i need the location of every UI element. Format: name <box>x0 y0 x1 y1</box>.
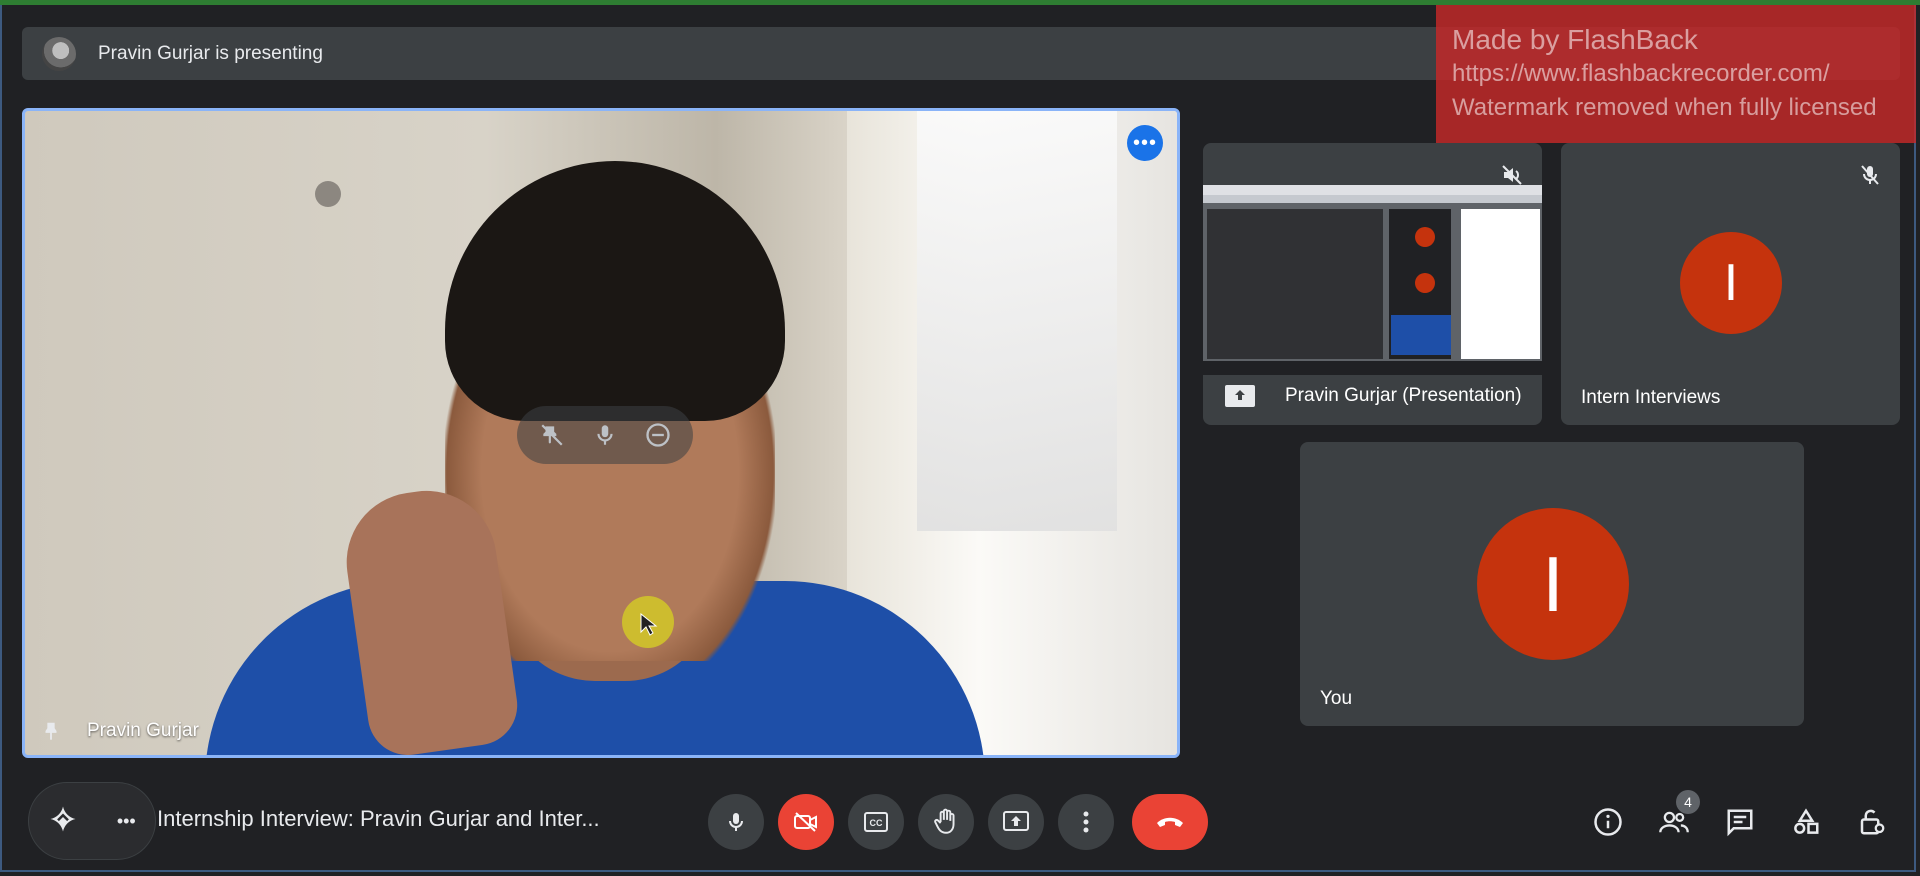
participant-tile-you[interactable]: I You <box>1300 442 1804 726</box>
unpin-icon[interactable] <box>537 420 567 450</box>
more-horizontal-icon[interactable]: ••• <box>117 811 136 832</box>
chat-button[interactable] <box>1714 794 1766 850</box>
mouse-cursor-icon <box>640 613 658 636</box>
present-icon <box>1003 811 1029 831</box>
pinned-video-tile[interactable]: ••• Pravin Gurjar <box>22 108 1180 758</box>
more-options-button[interactable] <box>1058 794 1114 850</box>
camera-button[interactable] <box>778 794 834 850</box>
pinned-tile-label: Pravin Gurjar <box>35 715 199 747</box>
participant-tile-intern-interviews[interactable]: I Intern Interviews <box>1561 143 1900 425</box>
mic-icon[interactable] <box>590 420 620 450</box>
people-button[interactable]: 4 <box>1648 790 1700 850</box>
more-options-icon <box>1083 811 1089 833</box>
participant-name: Pravin Gurjar <box>87 720 199 741</box>
meeting-title: Internship Interview: Pravin Gurjar and … <box>157 806 600 831</box>
more-horizontal-icon[interactable]: ••• <box>1127 125 1163 161</box>
host-controls-button[interactable] <box>1846 794 1898 850</box>
raise-hand-icon <box>934 808 955 834</box>
call-controls: CC <box>708 794 1208 850</box>
participant-name: Intern Interviews <box>1581 387 1721 408</box>
raise-hand-button[interactable] <box>918 794 974 850</box>
leave-call-button[interactable] <box>1132 794 1208 850</box>
activities-icon <box>1794 808 1819 834</box>
presentation-tile-label: Pravin Gurjar (Presentation) <box>1223 383 1522 409</box>
camera-off-icon <box>794 812 817 832</box>
leave-call-icon <box>1157 817 1183 827</box>
video-window-light <box>917 111 1117 531</box>
presenter-avatar <box>42 36 76 71</box>
video-person-hair <box>445 161 785 421</box>
presentation-preview <box>1203 185 1542 375</box>
mic-button[interactable] <box>708 794 764 850</box>
activities-button[interactable] <box>1780 794 1832 850</box>
meeting-control-bar: ••• Internship Interview: Pravin Gurjar … <box>0 770 1920 870</box>
pin-icon <box>35 715 67 747</box>
avatar: I <box>1680 232 1782 334</box>
remove-icon[interactable] <box>643 420 673 450</box>
chat-icon <box>1727 809 1753 837</box>
host-controls-icon <box>1860 809 1885 835</box>
mic-off-icon <box>1856 161 1884 189</box>
meeting-details-button[interactable] <box>1582 794 1634 850</box>
presentation-name: Pravin Gurjar (Presentation) <box>1285 385 1522 406</box>
captions-button[interactable]: CC <box>848 794 904 850</box>
captions-icon: CC <box>864 812 888 832</box>
presentation-tile[interactable]: Pravin Gurjar (Presentation) <box>1203 143 1542 425</box>
present-button[interactable] <box>988 794 1044 850</box>
meeting-side-controls: 4 <box>1582 790 1898 850</box>
video-wall-fixture <box>315 181 341 207</box>
svg-text:CC: CC <box>870 818 883 828</box>
presenting-text: Pravin Gurjar is presenting <box>98 42 323 64</box>
volume-off-icon <box>1498 161 1526 189</box>
gemini-icon[interactable] <box>48 804 78 839</box>
participant-name: You <box>1320 688 1353 709</box>
present-screen-icon <box>1223 383 1257 409</box>
info-icon <box>1594 808 1622 836</box>
tile-hover-controls <box>517 406 693 464</box>
avatar: I <box>1477 508 1629 660</box>
mic-icon <box>729 813 743 831</box>
participant-count-badge: 4 <box>1676 790 1700 814</box>
recorder-watermark: Made by FlashBack https://www.flashbackr… <box>1436 5 1916 143</box>
companion-pill[interactable]: ••• <box>28 782 156 860</box>
